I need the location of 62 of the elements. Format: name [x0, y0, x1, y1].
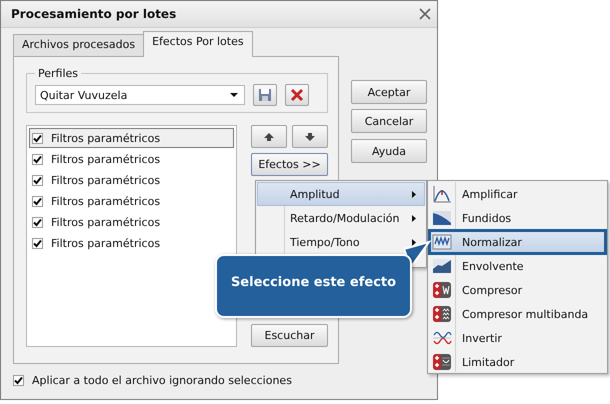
- move-down-button[interactable]: [292, 125, 328, 148]
- item-label: Filtros paramétricos: [51, 236, 160, 250]
- checkbox[interactable]: [32, 238, 43, 248]
- callout: Seleccione este efecto: [215, 254, 412, 318]
- invert-icon: [432, 329, 452, 347]
- down-arrow-icon: [305, 132, 315, 140]
- dropdown-arrow-icon: [230, 93, 238, 97]
- list-item[interactable]: Filtros paramétricos: [29, 233, 234, 253]
- tab[interactable]: Efectos Por lotes: [143, 31, 253, 57]
- dialog-button[interactable]: Aceptar: [351, 80, 427, 104]
- compressor-icon: [432, 281, 452, 299]
- list-item[interactable]: Filtros paramétricos: [29, 170, 234, 190]
- up-arrow-icon: [264, 132, 274, 140]
- item-label: Filtros paramétricos: [51, 194, 160, 208]
- dialog-button[interactable]: Ayuda: [351, 139, 427, 163]
- item-label: Filtros paramétricos: [51, 174, 160, 186]
- fade-icon: [432, 209, 452, 227]
- checkbox[interactable]: [32, 174, 43, 186]
- amplify-icon: [432, 185, 452, 203]
- effects-button[interactable]: Efectos >>: [251, 153, 328, 176]
- list-item[interactable]: Filtros paramétricos: [29, 191, 234, 211]
- checkbox[interactable]: [32, 154, 43, 164]
- list-item[interactable]: Filtros paramétricos: [29, 149, 234, 169]
- menu-item[interactable]: Amplitud: [257, 182, 425, 206]
- checkbox[interactable]: [13, 375, 24, 386]
- checkbox-label: Aplicar a todo el archivo ignorando selecciones: [32, 374, 292, 387]
- item-label: Filtros paramétricos: [51, 152, 160, 166]
- group-label: Perfiles: [37, 67, 80, 80]
- submenu-arrow-icon: [412, 238, 416, 246]
- menu-item[interactable]: Limitador: [429, 350, 606, 374]
- list-item[interactable]: Filtros paramétricos: [29, 128, 234, 148]
- envelope-icon: [432, 257, 452, 275]
- item-label: Filtros paramétricos: [51, 216, 160, 228]
- list-item[interactable]: Filtros paramétricos: [29, 212, 234, 232]
- submenu-arrow-icon: [412, 190, 416, 198]
- menu-item[interactable]: Tiempo/Tono: [257, 230, 425, 254]
- tab[interactable]: Archivos procesados: [13, 34, 144, 56]
- save-button[interactable]: [253, 84, 277, 106]
- dialog-button[interactable]: Cancelar: [351, 109, 427, 133]
- menu-item[interactable]: Retardo/Modulación: [257, 206, 425, 230]
- limiter-icon: [432, 353, 452, 371]
- move-up-button[interactable]: [251, 125, 287, 148]
- listen-button[interactable]: Escuchar: [251, 324, 328, 347]
- menu-item[interactable]: Amplificar: [429, 182, 606, 206]
- menu-item[interactable]: Fundidos: [429, 206, 606, 230]
- checkbox[interactable]: [32, 132, 43, 144]
- menu-item[interactable]: Compresor multibanda: [429, 302, 606, 326]
- profile-dropdown[interactable]: Quitar Vuvuzela: [35, 85, 245, 105]
- delete-button[interactable]: [285, 84, 309, 106]
- menu-item[interactable]: Invertir: [429, 326, 606, 350]
- submenu-arrow-icon: [412, 214, 416, 222]
- multiband-icon: [432, 305, 452, 323]
- callout-pointer: [404, 240, 434, 270]
- window-title: Procesamiento por lotes: [11, 7, 176, 21]
- checkbox[interactable]: [32, 216, 43, 228]
- close-icon[interactable]: [419, 8, 431, 20]
- normalize-icon: [432, 233, 452, 251]
- menu-item[interactable]: Compresor: [429, 278, 606, 302]
- checkbox[interactable]: [32, 196, 43, 206]
- item-label: Filtros paramétricos: [51, 132, 160, 144]
- cross-icon: [290, 88, 304, 102]
- menu-item[interactable]: Normalizar: [429, 230, 606, 254]
